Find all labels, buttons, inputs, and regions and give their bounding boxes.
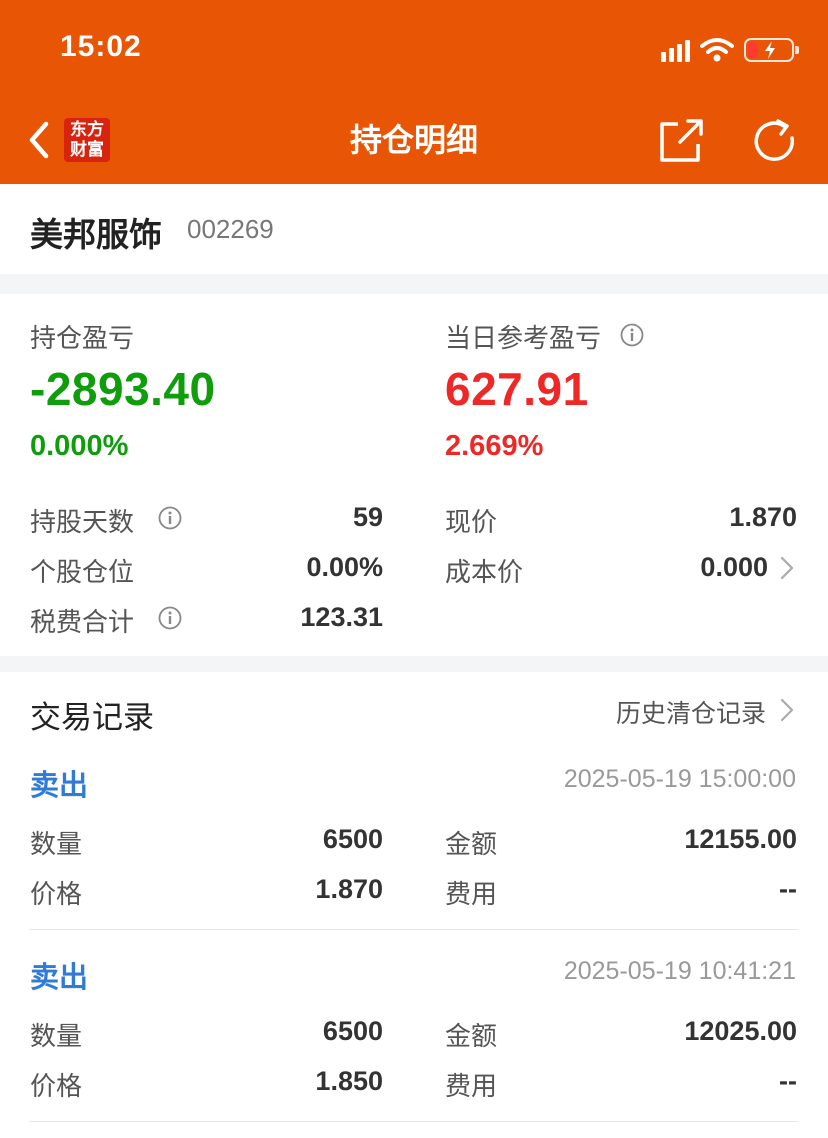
holding-days-value: 59 — [352, 502, 383, 532]
stock-header: 美邦服饰 002269 — [0, 184, 828, 274]
quantity-value: 6500 — [322, 1016, 383, 1046]
section-divider — [0, 274, 828, 294]
position-pnl-pct: 0.000% — [30, 430, 129, 462]
price-label: 价格 — [30, 880, 83, 910]
trade-records-title: 交易记录 — [30, 700, 154, 736]
price-value: 1.870 — [315, 874, 383, 904]
trade-time: 2025-05-19 15:00:00 — [563, 765, 796, 793]
trade-type: 卖出 — [30, 768, 89, 802]
fee-label: 费用 — [445, 1072, 498, 1102]
daily-pnl-value: 627.91 — [445, 363, 589, 415]
amount-value: 12025.00 — [684, 1016, 797, 1046]
refresh-icon[interactable] — [750, 116, 800, 166]
position-ratio-label: 个股仓位 — [30, 558, 135, 588]
status-time: 15:02 — [60, 30, 142, 63]
fees-label: 税费合计 — [30, 608, 135, 638]
stock-name: 美邦服饰 — [30, 215, 162, 254]
current-price-label: 现价 — [445, 508, 498, 538]
fee-value: -- — [779, 1066, 797, 1096]
holding-days-label: 持股天数 — [30, 508, 135, 538]
trade-type: 卖出 — [30, 960, 89, 994]
current-price-value: 1.870 — [729, 502, 797, 532]
info-icon[interactable] — [158, 606, 182, 630]
amount-value: 12155.00 — [684, 824, 797, 854]
section-divider — [0, 656, 828, 672]
quantity-label: 数量 — [30, 1022, 83, 1052]
history-clearance-link[interactable]: 历史清仓记录 — [616, 694, 766, 730]
info-icon[interactable] — [158, 506, 182, 530]
top-header: 15:02 东方 财富 持仓明细 — [0, 0, 828, 184]
fee-value: -- — [779, 874, 797, 904]
daily-pnl-pct: 2.669% — [445, 430, 544, 462]
amount-label: 金额 — [445, 1022, 498, 1052]
daily-pnl-label: 当日参考盈亏 — [445, 324, 602, 354]
share-icon[interactable] — [656, 116, 706, 166]
position-ratio-value: 0.00% — [306, 552, 383, 582]
amount-label: 金额 — [445, 830, 498, 860]
wifi-icon — [700, 38, 734, 62]
status-icons — [661, 34, 799, 66]
signal-icon — [661, 38, 690, 62]
cost-price-label[interactable]: 成本价 — [445, 552, 523, 589]
row-divider — [30, 929, 798, 930]
position-pnl-value: -2893.40 — [30, 363, 216, 415]
trade-time: 2025-05-19 10:41:21 — [563, 957, 796, 985]
quantity-value: 6500 — [322, 824, 383, 854]
fee-label: 费用 — [445, 880, 498, 910]
chevron-right-icon[interactable] — [779, 697, 795, 723]
position-pnl-label: 持仓盈亏 — [30, 324, 135, 354]
price-value: 1.850 — [315, 1066, 383, 1096]
row-divider — [30, 1121, 798, 1122]
fees-value: 123.31 — [300, 602, 383, 632]
chevron-right-icon[interactable] — [779, 555, 795, 581]
battery-icon — [744, 38, 799, 62]
cost-price-value[interactable]: 0.000 — [700, 552, 768, 583]
position-summary: 持仓盈亏 -2893.40 0.000% 当日参考盈亏 627.91 2.669… — [0, 294, 828, 656]
info-icon[interactable] — [620, 323, 644, 347]
price-label: 价格 — [30, 1072, 83, 1102]
quantity-label: 数量 — [30, 830, 83, 860]
stock-code: 002269 — [187, 214, 274, 244]
trade-records: 交易记录 历史清仓记录 卖出 2025-05-19 15:00:00 数量 65… — [0, 672, 828, 1138]
